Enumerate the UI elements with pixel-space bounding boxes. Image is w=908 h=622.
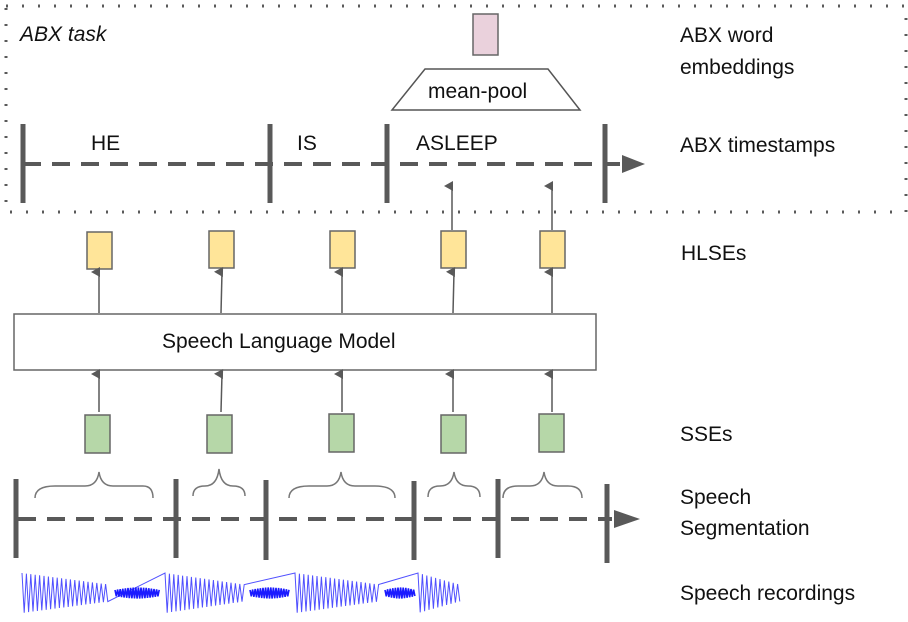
- sse-to-model-arrows: [91, 369, 553, 413]
- segmentation-arrowhead: [614, 510, 640, 528]
- waveform-noise: [384, 587, 416, 599]
- label-sses: SSEs: [680, 423, 733, 446]
- abx-task-title: ABX task: [20, 23, 107, 46]
- model-to-hlse-arrows: [91, 267, 553, 314]
- hlse-box: [329, 230, 356, 269]
- hlse-box: [86, 231, 113, 270]
- word-asleep: ASLEEP: [416, 132, 498, 155]
- segment-brace: [192, 468, 246, 497]
- label-hlses: HLSEs: [681, 242, 747, 265]
- hlse-box: [208, 230, 235, 269]
- abx-word-embedding: [472, 13, 499, 56]
- segment-brace: [34, 471, 154, 499]
- segment-brace: [288, 471, 396, 499]
- segmentation-timeline: [13, 479, 640, 563]
- label-speech-segmentation-line2: Segmentation: [680, 517, 810, 540]
- abx-timeline-arrowhead: [622, 155, 645, 173]
- segment-brace: [427, 471, 481, 498]
- waveform-noise: [249, 587, 290, 599]
- label-abx-timestamps: ABX timestamps: [680, 134, 836, 157]
- word-he: HE: [91, 132, 121, 155]
- label-abx-word-embeddings-line2: embeddings: [680, 56, 795, 79]
- sse-row: [84, 413, 565, 454]
- hlse-row: [86, 230, 566, 270]
- sse-box: [84, 414, 111, 454]
- speech-language-model-label: Speech Language Model: [162, 330, 396, 353]
- waveform-noise: [114, 587, 160, 599]
- sse-box: [538, 413, 565, 453]
- sse-box: [206, 414, 233, 454]
- word-is: IS: [297, 132, 317, 155]
- label-speech-segmentation-line1: Speech: [680, 486, 752, 509]
- mean-pool-label: mean-pool: [428, 80, 528, 103]
- segment-brace: [502, 471, 583, 499]
- sse-box: [440, 414, 467, 454]
- label-abx-word-embeddings-line1: ABX word: [680, 24, 774, 47]
- speech-waveform: [21, 572, 461, 613]
- hlse-box: [440, 230, 467, 269]
- sse-box: [328, 413, 355, 453]
- label-speech-recordings: Speech recordings: [680, 582, 856, 605]
- hlse-box: [539, 230, 566, 269]
